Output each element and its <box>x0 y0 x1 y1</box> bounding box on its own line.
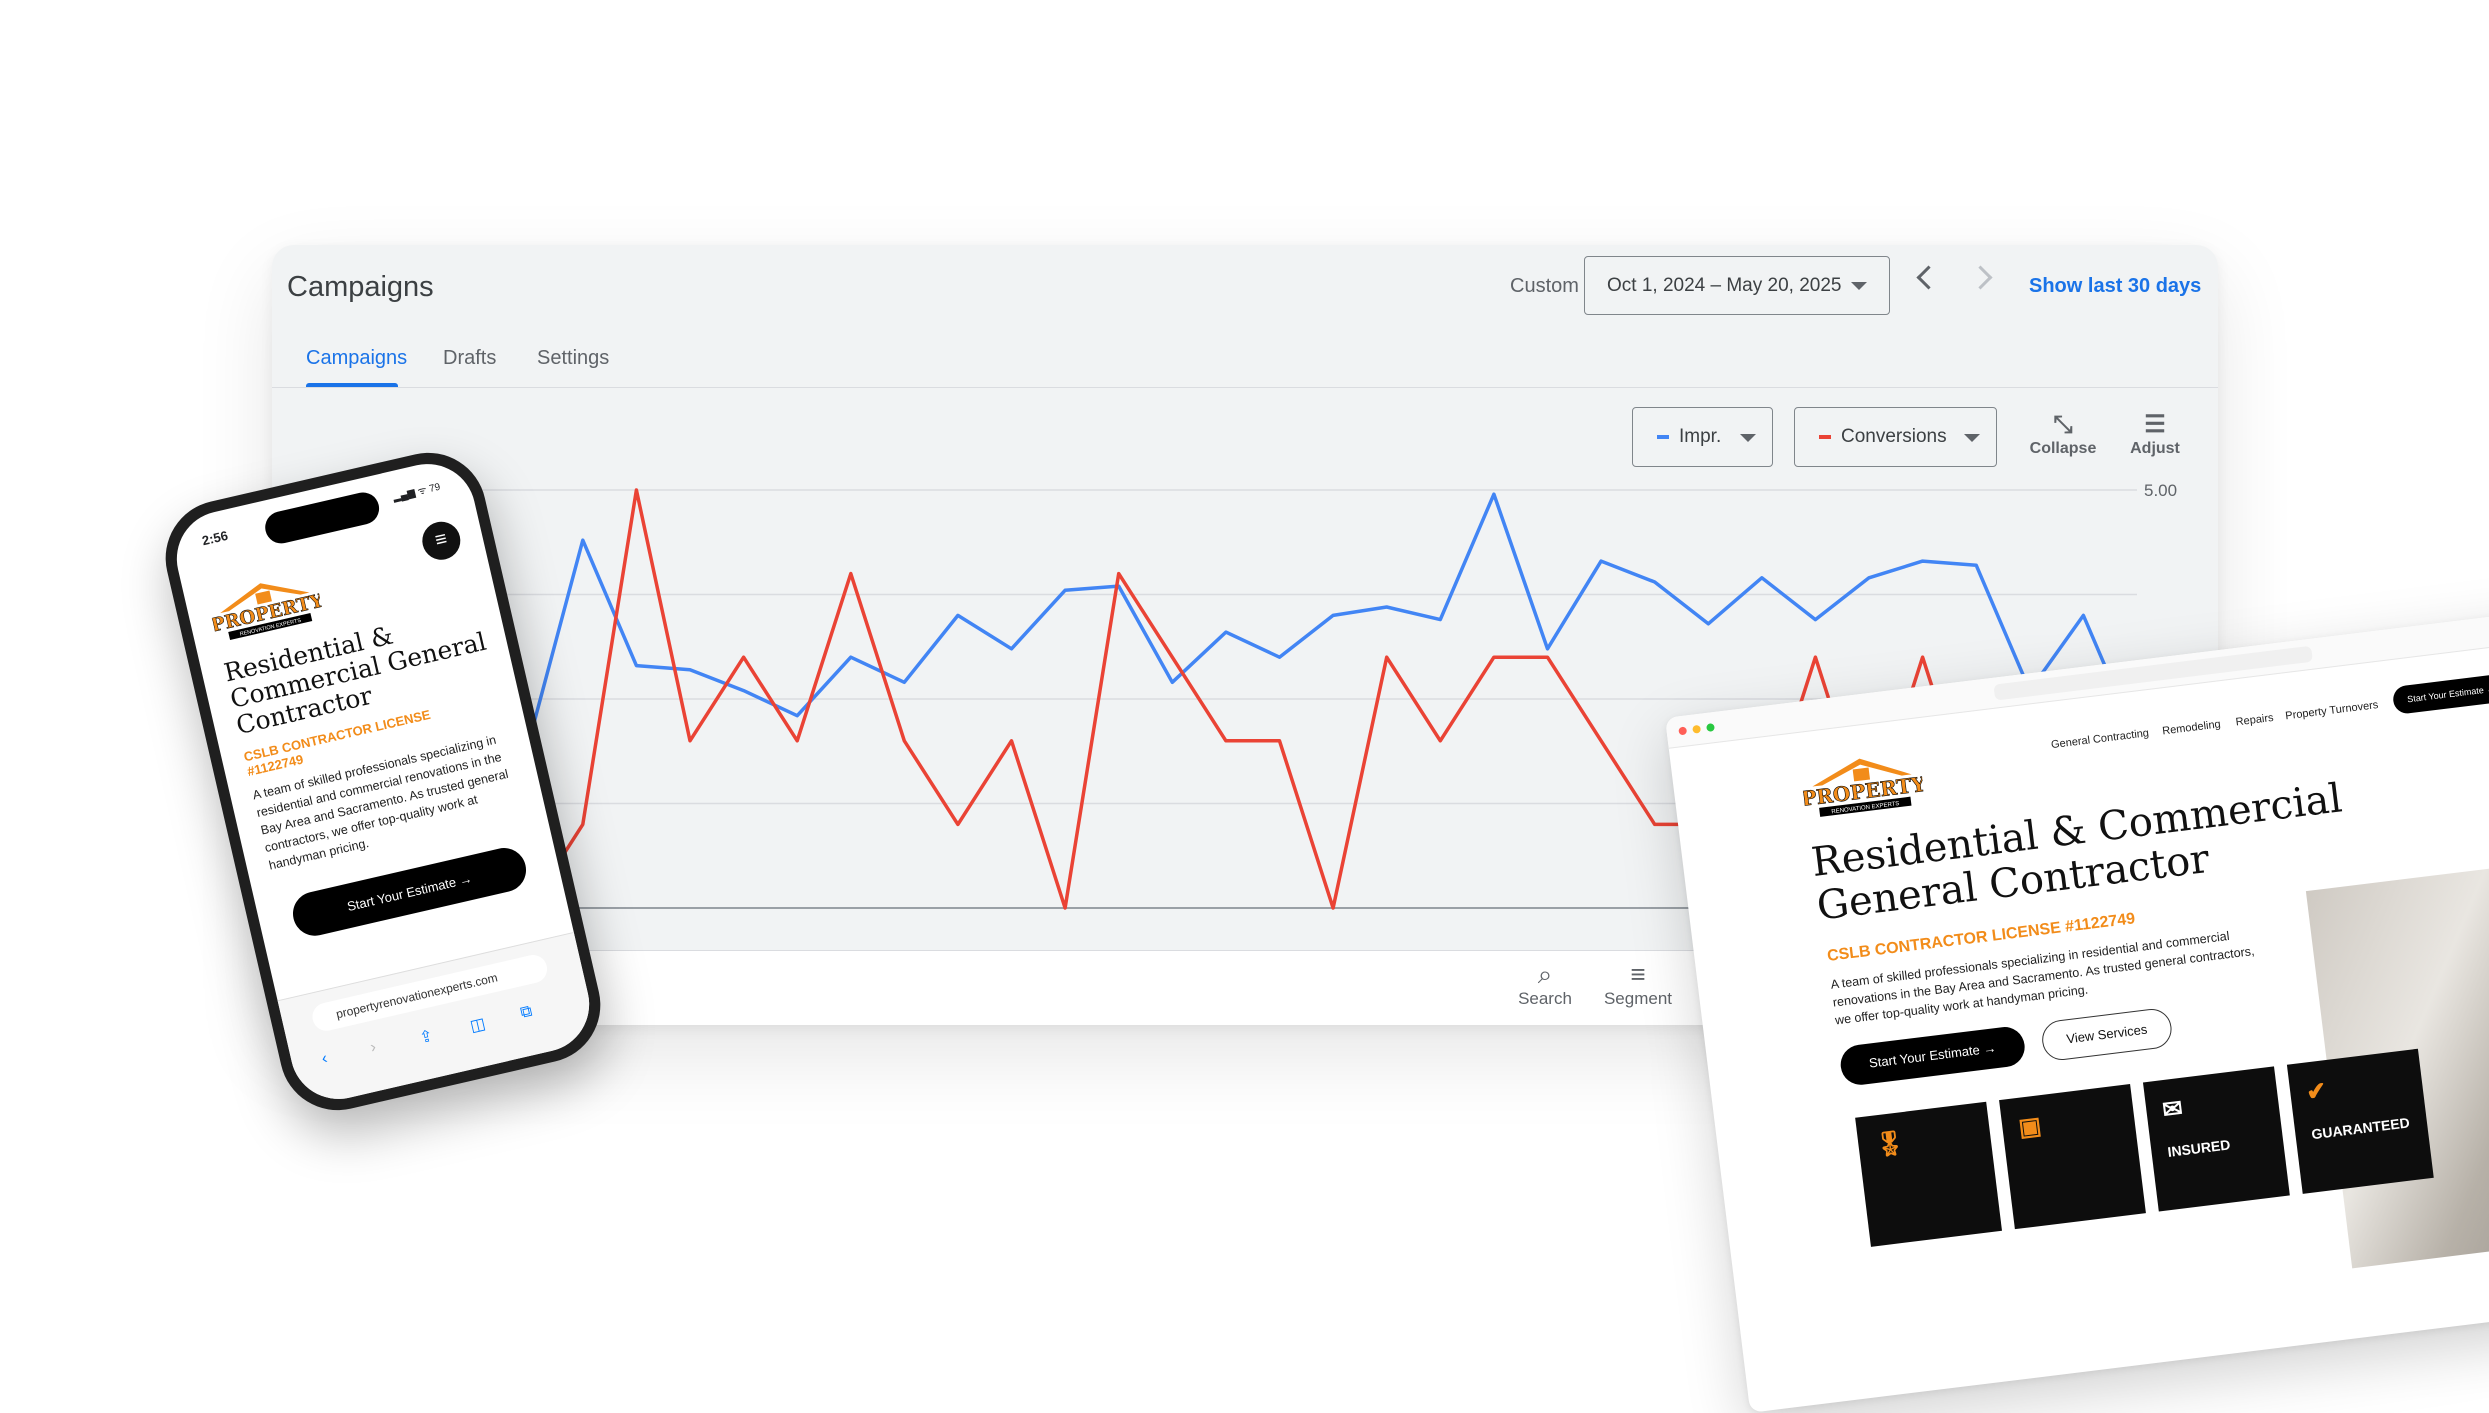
feature-card: 🎖 <box>1855 1101 2003 1247</box>
page-title: Campaigns <box>287 271 434 303</box>
minimize-window-icon[interactable] <box>1692 724 1702 734</box>
certificate-icon: ✉ <box>2160 1094 2185 1125</box>
nav-repairs[interactable]: Repairs <box>2235 712 2274 729</box>
segment-button[interactable]: ≡ Segment <box>1603 959 1673 1009</box>
back-icon[interactable]: ‹ <box>320 1050 329 1069</box>
tab-bar: Campaigns Drafts Settings <box>272 337 2218 388</box>
feature-card-label: GUARANTEED <box>2310 1114 2411 1143</box>
feature-card: ✉ INSURED <box>2142 1066 2290 1212</box>
nav-remodeling[interactable]: Remodeling <box>2162 718 2222 737</box>
forward-icon[interactable]: › <box>369 1039 378 1058</box>
impressions-swatch-icon <box>1657 435 1669 439</box>
metric-label: Conversions <box>1841 426 1947 447</box>
award-icon: 🎖 <box>1873 1129 1907 1160</box>
tab-drafts[interactable]: Drafts <box>443 347 496 370</box>
metric-select-conversions[interactable]: Conversions <box>1794 407 1997 467</box>
conversions-swatch-icon <box>1819 435 1831 439</box>
show-last-30-days-link[interactable]: Show last 30 days <box>2029 275 2201 298</box>
tab-campaigns[interactable]: Campaigns <box>306 347 407 370</box>
share-icon[interactable]: ⇪ <box>417 1026 435 1049</box>
dropdown-caret-icon <box>1964 434 1980 442</box>
date-range-select[interactable]: Oct 1, 2024 – May 20, 2025 <box>1584 256 1890 315</box>
dropdown-caret-icon <box>1740 434 1756 442</box>
collapse-label: Collapse <box>2029 440 2097 457</box>
safari-bottom-bar: propertyrenovationexperts.com ‹ › ⇪ ◫ ⧉ <box>277 931 599 1109</box>
url-field[interactable]: propertyrenovationexperts.com <box>309 952 550 1034</box>
feature-card: ✔ GUARANTEED <box>2286 1048 2434 1194</box>
nav-property-turnovers[interactable]: Property Turnovers <box>2285 699 2379 722</box>
property-renovation-logo: PROPERTY RENOVATION EXPERTS <box>1800 758 1926 817</box>
view-services-button[interactable]: View Services <box>2039 1006 2174 1063</box>
date-range-value: Oct 1, 2024 – May 20, 2025 <box>1607 274 1842 296</box>
segment-icon: ≡ <box>1630 959 1646 989</box>
nav-general-contracting[interactable]: General Contracting <box>2050 727 2149 751</box>
start-estimate-button[interactable]: Start Your Estimate → <box>1838 1024 2027 1088</box>
adjust-button[interactable]: ☰ Adjust <box>2115 410 2195 458</box>
close-window-icon[interactable] <box>1678 726 1688 736</box>
dynamic-island <box>262 489 383 547</box>
collapse-button[interactable]: ⤡ Collapse <box>2023 410 2103 458</box>
bookmarks-icon[interactable]: ◫ <box>468 1013 488 1036</box>
search-button[interactable]: ⌕ Search <box>1510 959 1580 1009</box>
metric-select-impressions[interactable]: Impr. <box>1632 407 1773 467</box>
status-icons: ▂▄▆ ᯤ 79 <box>391 481 442 504</box>
id-card-icon: ▣ <box>2017 1112 2043 1142</box>
tabs-icon[interactable]: ⧉ <box>519 1003 534 1023</box>
property-renovation-logo: PROPERTY RENOVATION EXPERTS <box>209 583 325 641</box>
tab-settings[interactable]: Settings <box>537 347 609 370</box>
collapse-icon: ⤡ <box>2053 411 2073 438</box>
right-axis-tick-label: 5.00 <box>2144 481 2177 500</box>
date-range-type-label: Custom <box>1510 275 1579 297</box>
search-label: Search <box>1518 989 1572 1008</box>
sliders-icon: ☰ <box>2144 411 2166 438</box>
feature-card: ▣ <box>1999 1084 2146 1230</box>
hamburger-menu-icon[interactable]: ≡ <box>418 517 465 564</box>
status-time: 2:56 <box>200 527 230 549</box>
maximize-window-icon[interactable] <box>1706 723 1715 732</box>
shield-check-icon: ✔ <box>2304 1077 2329 1107</box>
nav-start-estimate-button[interactable]: Start Your Estimate → <box>2391 672 2489 716</box>
desktop-browser-mockup: PROPERTY RENOVATION EXPERTS General Cont… <box>1665 608 2489 1413</box>
search-icon: ⌕ <box>1537 959 1553 989</box>
adjust-label: Adjust <box>2130 440 2180 457</box>
dropdown-caret-icon <box>1851 282 1867 290</box>
active-tab-indicator <box>306 383 398 387</box>
metric-label: Impr. <box>1679 426 1722 447</box>
segment-label: Segment <box>1603 989 1673 1008</box>
feature-card-label: INSURED <box>2166 1136 2232 1160</box>
